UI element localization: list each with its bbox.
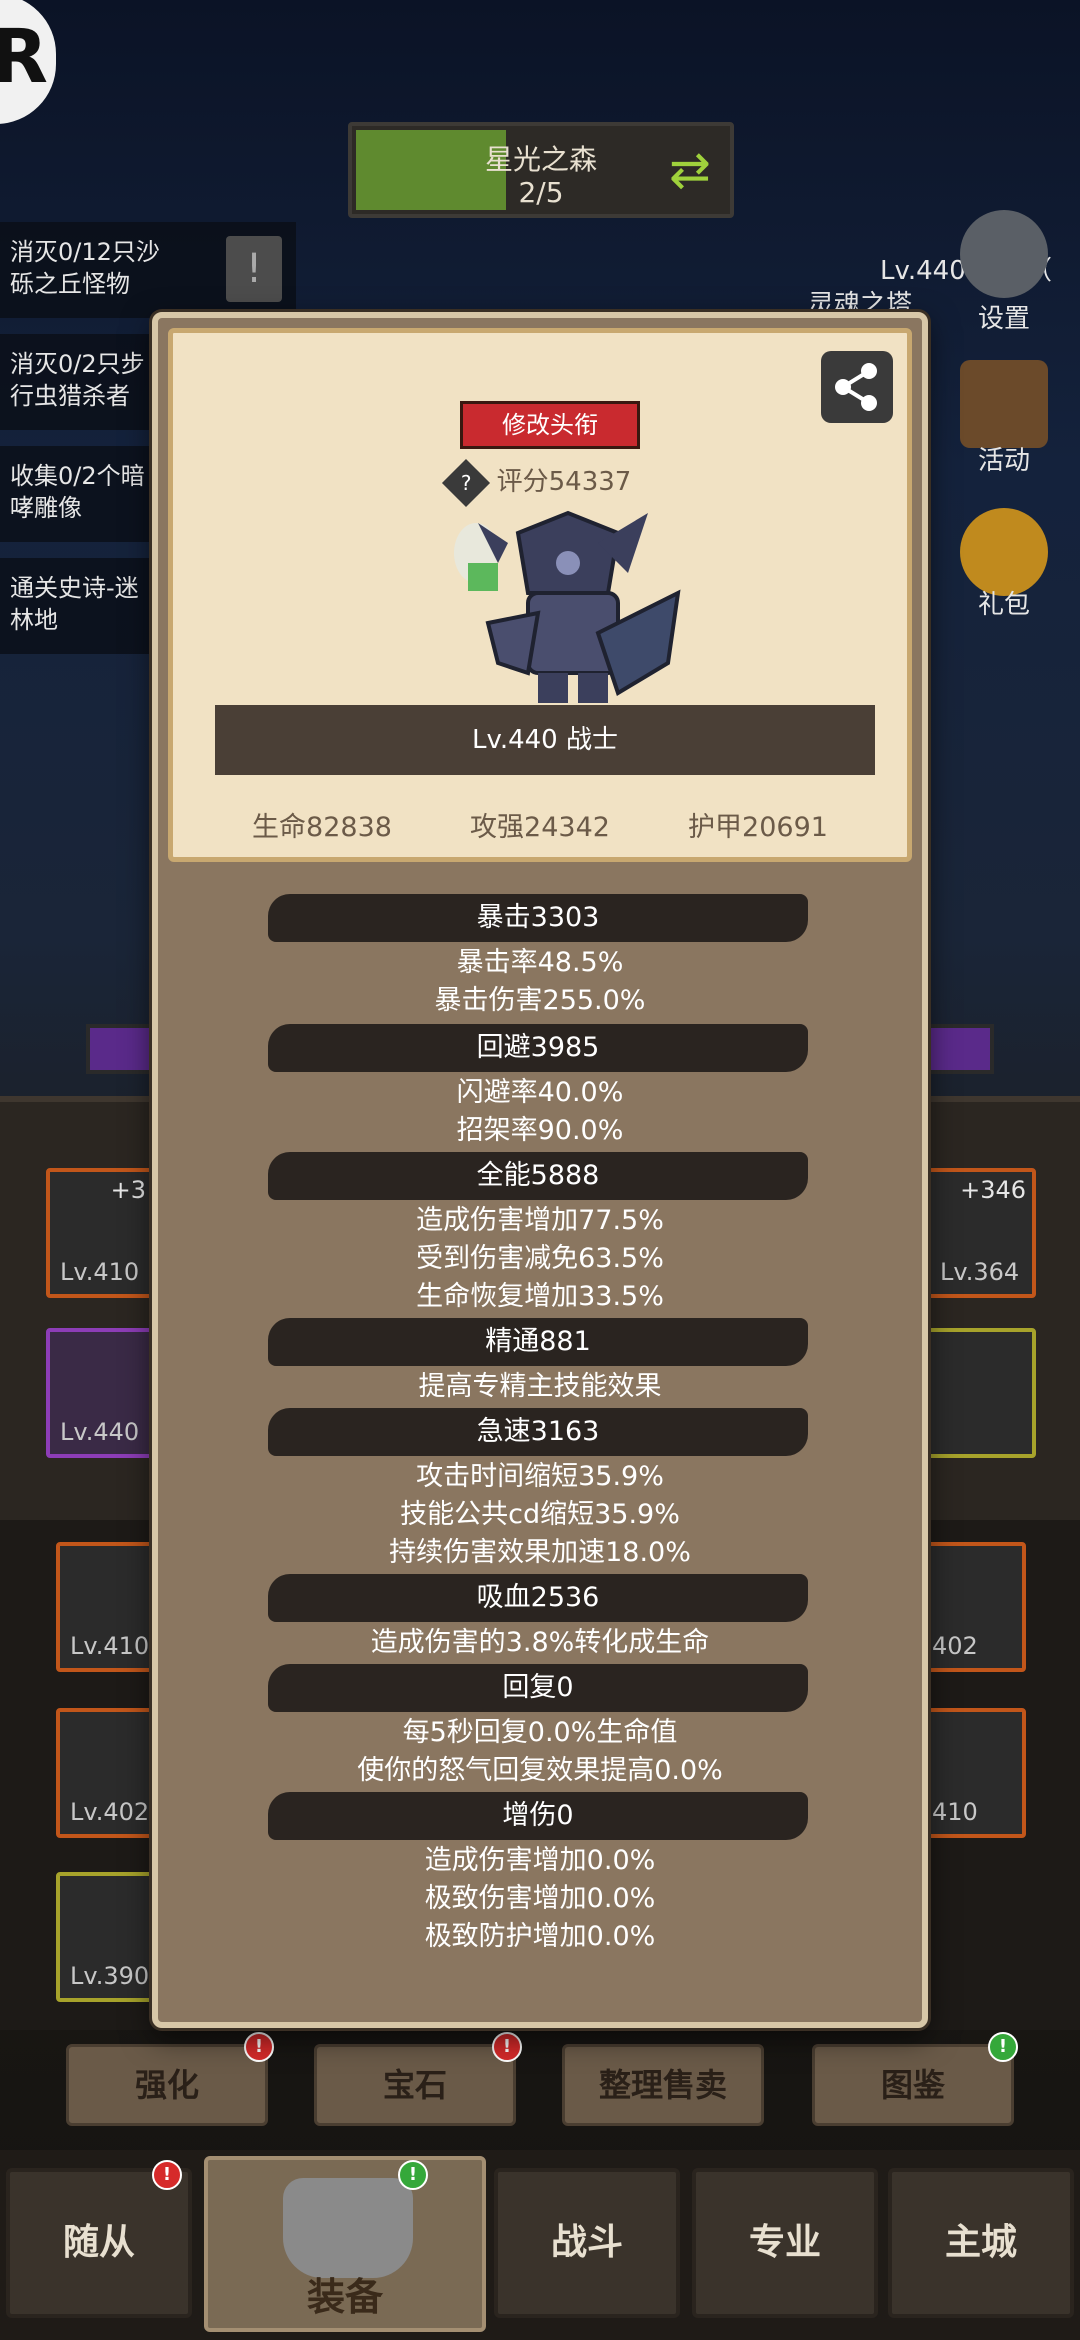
mastery-section-header: 精通881 <box>268 1318 808 1366</box>
settings-label[interactable]: 设置 <box>944 298 1064 335</box>
slot-bonus: +3 <box>110 1176 146 1204</box>
nav-tab-equip[interactable]: 装备 <box>204 2156 486 2332</box>
equipment-slot[interactable] <box>926 1328 1036 1458</box>
equipment-slot[interactable]: Lv.390 <box>56 1872 166 2002</box>
stat-line: 造成伤害增加0.0% <box>424 1845 656 1876</box>
stat-line: 闪避率40.0% <box>456 1077 624 1108</box>
nav-tab-battle[interactable]: 战斗 <box>494 2168 680 2318</box>
stat-line: 受到伤害减免63.5% <box>416 1243 664 1274</box>
stat-line: 持续伤害效果加速18.0% <box>389 1537 691 1568</box>
equipment-slot[interactable]: Lv.402 <box>56 1708 166 1838</box>
score-row: ? 评分54337 <box>173 458 907 507</box>
base-stats-row: 生命82838 攻强24342 护甲20691 <box>173 805 907 844</box>
stat-line: 每5秒回复0.0%生命值 <box>402 1717 678 1748</box>
lifesteal-section-header: 吸血2536 <box>268 1574 808 1622</box>
codex-button[interactable]: 图鉴 <box>812 2044 1014 2126</box>
stat-line: 暴击率48.5% <box>456 947 624 978</box>
nav-tab-profession[interactable]: 专业 <box>692 2168 878 2318</box>
slot-level: Lv.402 <box>70 1798 150 1826</box>
slot-level: Lv.440 <box>60 1418 140 1446</box>
stat-line: 造成伤害增加77.5% <box>416 1205 664 1236</box>
slot-level: Lv.410 <box>70 1632 150 1660</box>
alert-icon: ! <box>226 236 282 302</box>
slot-level: Lv.364 <box>940 1258 1020 1286</box>
stat-line: 使你的怒气回复效果提高0.0% <box>357 1755 723 1786</box>
refresh-icon[interactable]: ⇄ <box>662 142 718 198</box>
attack-power-stat: 攻强24342 <box>470 812 610 843</box>
equipment-slot[interactable]: Lv.440 <box>46 1328 156 1458</box>
stat-line: 招架率90.0% <box>456 1115 624 1146</box>
activity-label[interactable]: 活动 <box>944 440 1064 477</box>
notification-badge: ! <box>398 2160 428 2190</box>
character-profile-card: 修改头衔 ? 评分54337 Lv.440 战士 生命82838 攻强24342… <box>168 328 912 862</box>
versatility-section-header: 全能5888 <box>268 1152 808 1200</box>
slot-level: Lv.390 <box>70 1962 150 1990</box>
nav-tab-city[interactable]: 主城 <box>888 2168 1074 2318</box>
nav-tab-equip-label: 装备 <box>306 2275 383 2319</box>
dodge-section-header: 回避3985 <box>268 1024 808 1072</box>
equipment-slot[interactable]: Lv.410 <box>56 1542 166 1672</box>
slot-level: 402 <box>932 1632 978 1660</box>
equipment-slot[interactable]: +3 Lv.410 <box>46 1168 156 1298</box>
equipment-slot[interactable]: 410 <box>916 1708 1026 1838</box>
gift-icon[interactable] <box>960 508 1048 596</box>
stat-line: 造成伤害的3.8%转化成生命 <box>370 1627 710 1658</box>
armor-stat: 护甲20691 <box>688 812 828 843</box>
stat-line: 暴击伤害255.0% <box>434 985 646 1016</box>
notification-badge: ! <box>152 2160 182 2190</box>
stat-line: 技能公共cd缩短35.9% <box>400 1499 680 1530</box>
warrior-character-sprite <box>448 503 688 713</box>
notification-badge: ! <box>244 2032 274 2062</box>
character-stats-popup: 修改头衔 ? 评分54337 Lv.440 战士 生命82838 攻强24342… <box>152 312 928 2028</box>
share-icon[interactable] <box>821 351 893 423</box>
slot-level: Lv.410 <box>60 1258 140 1286</box>
regen-section-header: 回复0 <box>268 1664 808 1712</box>
help-icon[interactable]: ? <box>441 458 490 507</box>
damage-bonus-section-header: 增伤0 <box>268 1792 808 1840</box>
stat-line: 极致防护增加0.0% <box>424 1921 656 1952</box>
gift-label[interactable]: 礼包 <box>944 584 1064 621</box>
stat-line: 攻击时间缩短35.9% <box>416 1461 664 1492</box>
quest-item[interactable]: 消灭0/12只沙 砾之丘怪物 ! <box>0 222 296 318</box>
equipment-slot[interactable]: +346 Lv.364 <box>926 1168 1036 1298</box>
slot-bonus: +346 <box>960 1176 1026 1204</box>
crit-section-header: 暴击3303 <box>268 894 808 942</box>
sort-sell-button[interactable]: 整理售卖 <box>562 2044 764 2126</box>
equipment-slot[interactable]: 402 <box>916 1542 1026 1672</box>
zone-progress-bar[interactable]: 星光之森 2/5 ⇄ <box>348 122 734 218</box>
stat-line: 生命恢复增加33.5% <box>416 1281 664 1312</box>
armor-icon <box>283 2178 413 2278</box>
slot-level: 410 <box>932 1798 978 1826</box>
stat-line: 极致伤害增加0.0% <box>424 1883 656 1914</box>
hp-stat: 生命82838 <box>252 812 392 843</box>
game-logo-button[interactable]: R <box>0 0 56 124</box>
character-level-class: Lv.440 战士 <box>215 705 875 775</box>
notification-badge: ! <box>988 2032 1018 2062</box>
calendar-icon[interactable] <box>960 360 1048 448</box>
notification-badge: ! <box>492 2032 522 2062</box>
enhance-button[interactable]: 强化 <box>66 2044 268 2126</box>
haste-section-header: 急速3163 <box>268 1408 808 1456</box>
score-label: 评分54337 <box>496 467 632 497</box>
gear-icon[interactable] <box>960 210 1048 298</box>
edit-title-button[interactable]: 修改头衔 <box>460 401 640 449</box>
stat-line: 提高专精主技能效果 <box>418 1371 662 1402</box>
nav-tab-follower[interactable]: 随从 <box>6 2168 192 2318</box>
gem-button[interactable]: 宝石 <box>314 2044 516 2126</box>
